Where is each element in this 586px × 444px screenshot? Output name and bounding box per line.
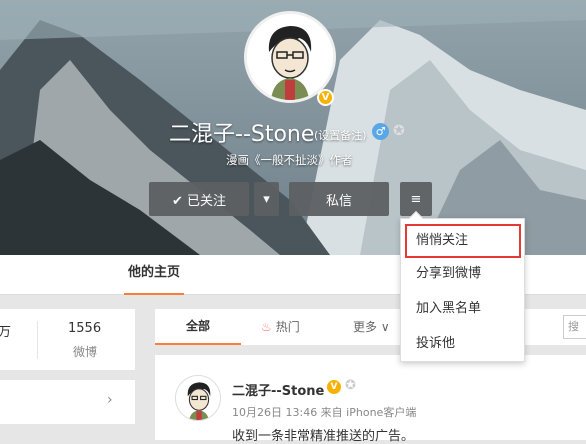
filter-more-dropdown[interactable]: 更多 ∨: [353, 309, 390, 345]
set-remark-link[interactable]: (设置备注): [314, 127, 367, 143]
post-author[interactable]: 二混子--Stone: [232, 380, 324, 399]
posts-count[interactable]: 1556: [68, 321, 101, 336]
post-text: 收到一条非常精准推送的广告。: [232, 429, 415, 444]
vip-icon: ✪: [345, 378, 356, 393]
menu-item-blacklist[interactable]: 加入黑名单: [401, 292, 524, 326]
message-button[interactable]: 私信: [289, 182, 389, 216]
filter-hot-label: 热门: [275, 320, 300, 334]
male-icon: ♂: [372, 123, 389, 140]
tab-home[interactable]: 他的主页: [124, 255, 185, 295]
profile-cover: V 二混子--Stone (设置备注) ♂ ✪ 漫画《一般不扯淡》作者 ✔ 已关…: [0, 0, 586, 255]
vip-icon: ✪: [393, 123, 405, 139]
filter-all-tab[interactable]: 全部: [155, 309, 241, 345]
profile-name: 二混子--Stone: [169, 122, 315, 147]
filter-hot-tab[interactable]: ♨ 热门: [261, 309, 300, 345]
posts-label: 微博: [73, 345, 98, 359]
menu-item-report[interactable]: 投诉他: [401, 327, 524, 361]
cartoon-face-icon: [176, 376, 220, 420]
fire-icon: ♨: [261, 320, 272, 334]
verified-badge-icon: V: [317, 89, 334, 106]
feed-post: 二混子--Stone V ✪ 10月26日 13:46 来自 iPhone客户端…: [155, 355, 586, 444]
follow-dropdown-button[interactable]: ▾: [254, 182, 279, 216]
followers-count-partial: 万: [0, 325, 12, 340]
verified-badge-icon: V: [327, 380, 341, 394]
stats-card: 万 1556 微博: [0, 309, 135, 370]
post-avatar[interactable]: [175, 375, 221, 421]
followed-button[interactable]: ✔ 已关注: [149, 182, 249, 216]
more-options-menu: 悄悄关注 分享到微博 加入黑名单 投诉他: [400, 210, 525, 362]
stats-divider: [37, 321, 38, 359]
cartoon-face-icon: [247, 14, 333, 100]
profile-bio: 漫画《一般不扯淡》作者: [226, 153, 353, 167]
menu-item-share[interactable]: 分享到微博: [401, 257, 524, 291]
side-link-card[interactable]: ›: [0, 380, 135, 424]
feed-search-input[interactable]: 搜: [563, 315, 586, 339]
menu-item-quiet-follow[interactable]: 悄悄关注: [405, 224, 521, 258]
chevron-right-icon: ›: [107, 392, 113, 408]
post-meta[interactable]: 10月26日 13:46 来自 iPhone客户端: [232, 404, 416, 420]
